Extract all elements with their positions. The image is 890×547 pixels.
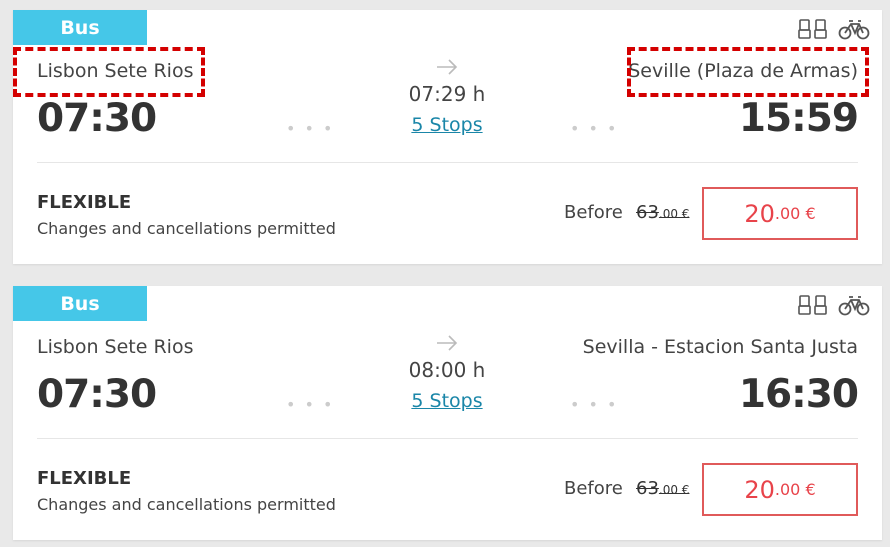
- transport-type-badge: Bus: [13, 286, 147, 321]
- fare-type: FLEXIBLE: [37, 468, 132, 489]
- seat-icon: [798, 295, 827, 315]
- trip-duration: 07:29 h: [408, 82, 486, 106]
- origin-station: Lisbon Sete Rios: [37, 60, 194, 82]
- trip-result-card[interactable]: Bus Lisbon Sete Rios Sevilla - Estacion …: [13, 286, 882, 540]
- dots-separator: • • •: [286, 119, 335, 138]
- arrow-right-icon: [437, 59, 458, 75]
- destination-station: Sevilla - Estacion Santa Justa: [582, 336, 858, 358]
- fare-description: Changes and cancellations permitted: [37, 495, 336, 514]
- bicycle-icon: [838, 296, 870, 316]
- before-label: Before: [564, 478, 623, 499]
- divider: [37, 438, 858, 439]
- stops-link[interactable]: 5 Stops: [411, 390, 482, 412]
- price-button[interactable]: 20.00 €: [702, 463, 858, 516]
- trip-result-card[interactable]: Bus Lisbon Sete Rios Seville (Plaza de A…: [13, 10, 882, 264]
- arrival-time: 15:59: [738, 96, 859, 141]
- transport-type-badge: Bus: [13, 10, 147, 45]
- stops-link[interactable]: 5 Stops: [411, 114, 482, 136]
- trip-summary: 07:29 h 5 Stops: [347, 58, 547, 136]
- arrow-right-icon: [437, 335, 458, 351]
- dots-separator: • • •: [570, 119, 619, 138]
- destination-station: Seville (Plaza de Armas): [628, 60, 858, 82]
- trip-summary: 08:00 h 5 Stops: [347, 334, 547, 412]
- arrival-time: 16:30: [738, 372, 859, 417]
- seat-icon: [798, 19, 827, 39]
- fare-type: FLEXIBLE: [37, 192, 132, 213]
- amenities: [798, 18, 870, 40]
- original-price: 63.00 €: [636, 202, 690, 223]
- divider: [37, 162, 858, 163]
- price-button[interactable]: 20.00 €: [702, 187, 858, 240]
- dots-separator: • • •: [286, 395, 335, 414]
- original-price: 63.00 €: [636, 478, 690, 499]
- origin-station: Lisbon Sete Rios: [37, 336, 194, 358]
- trip-duration: 08:00 h: [408, 358, 486, 382]
- before-label: Before: [564, 202, 623, 223]
- fare-description: Changes and cancellations permitted: [37, 219, 336, 238]
- departure-time: 07:30: [37, 96, 157, 141]
- amenities: [798, 294, 870, 316]
- dots-separator: • • •: [570, 395, 619, 414]
- departure-time: 07:30: [37, 372, 157, 417]
- bicycle-icon: [838, 20, 870, 40]
